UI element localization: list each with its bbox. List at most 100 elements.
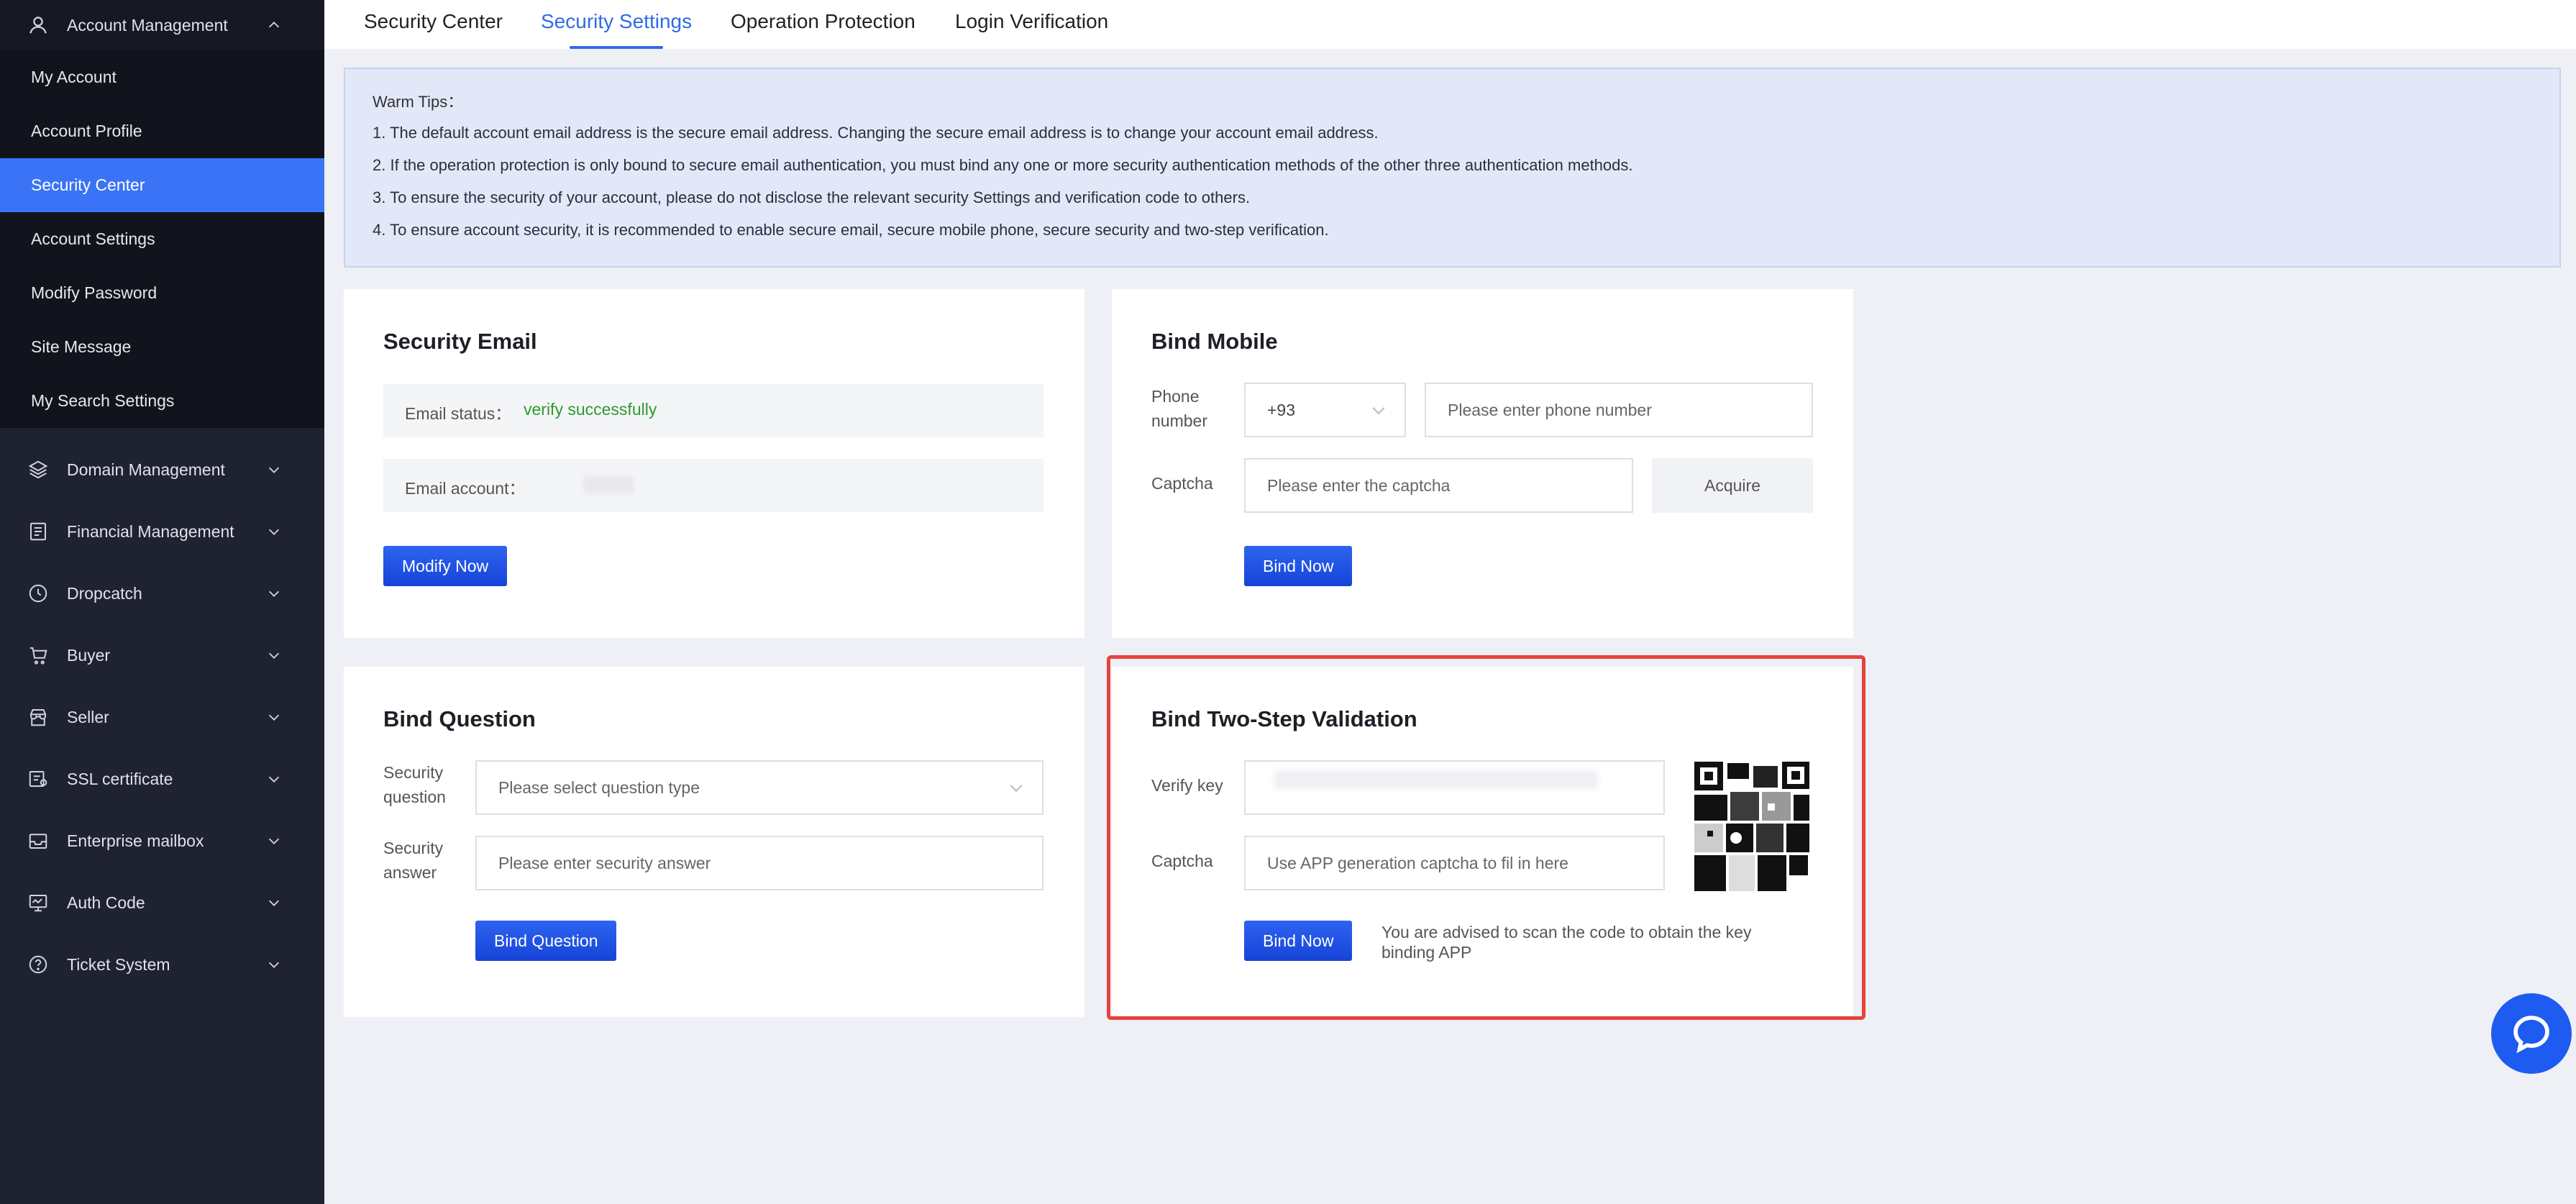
sidebar-group-financial-management[interactable]: Financial Management <box>0 501 324 562</box>
chevron-down-icon <box>1010 780 1023 793</box>
chevron-down-icon <box>268 467 280 473</box>
phone-number-label-line: number <box>1151 411 1207 430</box>
bind-question-card: Bind Question Security question Please s… <box>344 667 1084 1017</box>
email-account-label: Email account： <box>405 479 526 498</box>
security-question-label-line: Security <box>383 763 444 782</box>
sidebar-item-site-message[interactable]: Site Message <box>0 320 324 374</box>
bind-question-button[interactable]: Bind Question <box>475 921 617 961</box>
sidebar-group-enterprise-mailbox[interactable]: Enterprise mailbox <box>0 810 324 872</box>
sidebar-item-my-search-settings[interactable]: My Search Settings <box>0 374 324 428</box>
security-question-label-line: question <box>383 788 446 806</box>
sidebar-item-account-profile[interactable]: Account Profile <box>0 104 324 158</box>
security-question-label: Security question <box>383 760 446 809</box>
chevron-up-icon <box>268 22 280 28</box>
phone-number-label-line: Phone <box>1151 387 1200 406</box>
sidebar-group-label: Financial Management <box>67 521 234 541</box>
two-step-captcha-input[interactable]: Use APP generation captcha to fil in her… <box>1244 836 1665 890</box>
security-email-card: Security Email Email status： verify succ… <box>344 289 1084 638</box>
sidebar-group-dropcatch[interactable]: Dropcatch <box>0 562 324 624</box>
security-answer-input[interactable]: Please enter security answer <box>475 836 1043 890</box>
sidebar-group-buyer[interactable]: Buyer <box>0 624 324 686</box>
chevron-down-icon <box>268 962 280 968</box>
question-type-select[interactable]: Please select question type <box>475 760 1043 815</box>
chat-support-button[interactable] <box>2491 993 2572 1074</box>
bind-mobile-button[interactable]: Bind Now <box>1244 546 1353 586</box>
warm-tips-title: Warm Tips： <box>373 93 464 111</box>
sidebar-item-account-settings[interactable]: Account Settings <box>0 212 324 266</box>
chevron-down-icon <box>268 776 280 783</box>
security-answer-label: Security answer <box>383 836 443 885</box>
store-icon <box>30 709 46 726</box>
sidebar-group-label: Buyer <box>67 645 111 665</box>
security-answer-label-line: Security <box>383 839 444 857</box>
two-step-hint-line: You are advised to scan the code to obta… <box>1381 923 1752 941</box>
warm-tip-line: 2. If the operation protection is only b… <box>373 156 1633 174</box>
phone-number-input[interactable]: Please enter phone number <box>1425 383 1813 437</box>
sidebar-submenu: My Account Account Profile Security Cent… <box>0 50 324 428</box>
chevron-down-icon <box>268 652 280 659</box>
sidebar-group-auth-code[interactable]: Auth Code <box>0 872 324 934</box>
two-step-hint-line: binding APP <box>1381 943 1472 962</box>
sidebar-group-domain-management[interactable]: Domain Management <box>0 439 324 501</box>
sidebar-group-label: Dropcatch <box>67 583 142 603</box>
country-code-select[interactable]: +93 <box>1244 383 1406 437</box>
sidebar-groups: Domain Management Financial Management D… <box>0 428 324 995</box>
bind-mobile-title: Bind Mobile <box>1151 329 1278 354</box>
bind-mobile-card: Bind Mobile Phone number +93 Please ente… <box>1112 289 1853 638</box>
modify-now-button[interactable]: Modify Now <box>383 546 508 586</box>
tab-security-settings[interactable]: Security Settings <box>541 0 692 49</box>
two-step-validation-card: Bind Two-Step Validation Verify key Capt… <box>1112 667 1853 1017</box>
email-account-row: Email account： <box>383 459 1043 512</box>
tab-bar: Security Center Security Settings Operat… <box>324 0 2576 49</box>
sidebar-item-security-center[interactable]: Security Center <box>0 158 324 212</box>
sidebar-group-label: Ticket System <box>67 954 170 974</box>
chevron-down-icon <box>268 714 280 721</box>
sidebar-group-account-management[interactable]: Account Management <box>0 0 324 50</box>
two-step-captcha-label: Captcha <box>1151 852 1213 870</box>
sidebar-group-label: Enterprise mailbox <box>67 831 204 850</box>
verify-key-value-redacted <box>1274 770 1598 789</box>
chat-bubble-icon <box>2513 1016 2549 1054</box>
email-status-value: verify successfully <box>524 400 657 419</box>
bind-two-step-button[interactable]: Bind Now <box>1244 921 1353 961</box>
warm-tips-panel: Warm Tips： 1. The default account email … <box>344 68 2561 268</box>
layers-icon <box>28 460 48 479</box>
email-status-label: Email status： <box>405 404 512 423</box>
chevron-down-icon <box>268 590 280 597</box>
sidebar-group-ticket-system[interactable]: Ticket System <box>0 934 324 995</box>
email-status-row: Email status： verify successfully <box>383 384 1043 437</box>
question-type-placeholder: Please select question type <box>498 777 700 797</box>
sidebar-group-seller[interactable]: Seller <box>0 686 324 748</box>
tab-security-center[interactable]: Security Center <box>364 0 503 49</box>
verify-key-field[interactable] <box>1244 760 1665 815</box>
tab-operation-protection[interactable]: Operation Protection <box>731 0 915 49</box>
two-step-hint: You are advised to scan the code to obta… <box>1381 922 1784 962</box>
tab-login-verification[interactable]: Login Verification <box>955 0 1108 49</box>
two-step-title: Bind Two-Step Validation <box>1151 706 1417 731</box>
qr-code-image <box>1693 760 1811 893</box>
mailbox-icon <box>29 834 47 849</box>
country-code-value: +93 <box>1267 400 1296 419</box>
email-account-value-redacted <box>583 476 634 493</box>
sidebar-group-label: Auth Code <box>67 893 145 912</box>
user-icon <box>29 17 47 34</box>
clock-icon <box>29 584 47 603</box>
sidebar-item-my-account[interactable]: My Account <box>0 50 324 104</box>
help-icon <box>29 955 47 974</box>
cart-icon <box>29 647 47 665</box>
verify-key-label: Verify key <box>1151 776 1223 795</box>
security-email-title: Security Email <box>383 329 537 354</box>
sidebar-group-label: Account Management <box>67 15 228 35</box>
captcha-label: Captcha <box>1151 474 1213 493</box>
warm-tip-line: 4. To ensure account security, it is rec… <box>373 221 1329 239</box>
sidebar-group-label: Seller <box>67 707 109 726</box>
acquire-captcha-button[interactable]: Acquire <box>1652 458 1813 513</box>
mobile-captcha-input[interactable]: Please enter the captcha <box>1244 458 1633 513</box>
sidebar-group-ssl-certificate[interactable]: SSL certificate <box>0 748 324 810</box>
phone-number-label: Phone number <box>1151 384 1207 433</box>
sidebar-group-label: SSL certificate <box>67 769 173 788</box>
monitor-icon <box>29 895 47 912</box>
warm-tip-line: 3. To ensure the security of your accoun… <box>373 188 1251 206</box>
sidebar-item-modify-password[interactable]: Modify Password <box>0 266 324 320</box>
chevron-down-icon <box>268 900 280 906</box>
